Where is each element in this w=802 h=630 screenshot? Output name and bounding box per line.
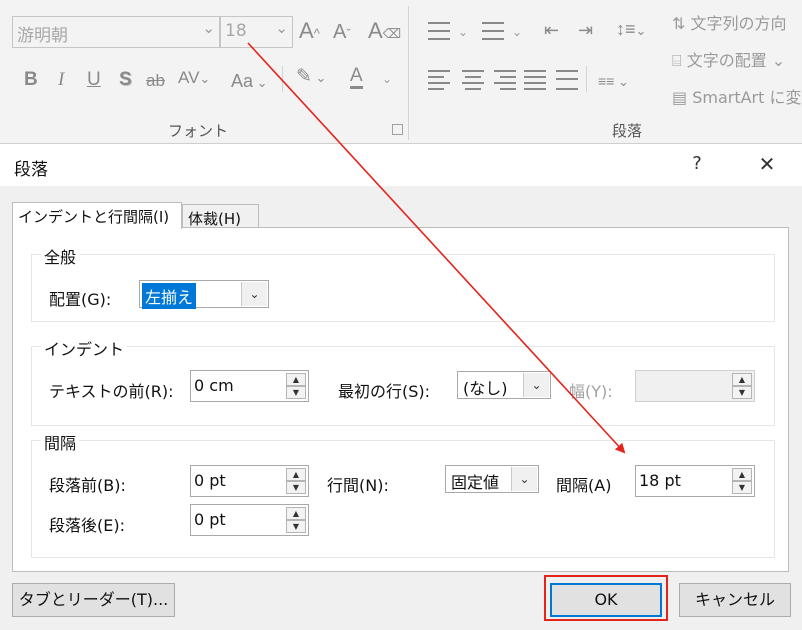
chevron-down-icon: ⌄ (512, 25, 523, 39)
font-name-combo[interactable]: 游明朝 ⌄ (12, 16, 220, 48)
before-text-value: 0 cm (194, 376, 234, 395)
close-button[interactable]: ✕ (752, 152, 782, 176)
by-spinner[interactable]: ▲ ▼ (635, 370, 755, 402)
ribbon-separator (282, 66, 283, 92)
chevron-down-icon: ⌄ (382, 72, 393, 86)
line-spacing-icon[interactable]: ↕≡⌄ (616, 18, 646, 42)
at-label: 間隔(A) (556, 476, 612, 495)
spin-up-icon[interactable]: ▲ (286, 373, 306, 386)
spin-up-icon[interactable]: ▲ (286, 468, 306, 481)
before-text-label: テキストの前(R): (49, 382, 174, 401)
spacing-before-spinner[interactable]: 0 pt ▲ ▼ (190, 465, 309, 497)
tab-typography[interactable]: 体裁(H) (182, 204, 259, 228)
font-dialog-launcher-icon[interactable] (392, 124, 403, 135)
decrease-indent-icon[interactable]: ⇤ (544, 19, 559, 41)
chevron-down-icon: ⌄ (202, 19, 215, 37)
align-text-icon: ⌸ (672, 51, 687, 70)
alignment-label: 配置(G): (49, 290, 112, 309)
chevron-down-icon[interactable]: ⌄ (511, 467, 537, 491)
chevron-down-icon[interactable]: ⌄ (241, 282, 267, 306)
spacing-after-label: 段落後(E): (49, 516, 125, 535)
grow-font-button[interactable]: A^ (299, 20, 320, 45)
chevron-down-icon[interactable]: ⌄ (523, 373, 549, 397)
numbering-icon[interactable] (482, 20, 504, 42)
line-spacing-select[interactable]: 固定値 ⌄ (445, 465, 539, 493)
paragraph-dialog: 段落 ? ✕ インデントと行間隔(I) 体裁(H) 全般 配置(G): 左揃え … (0, 143, 802, 630)
shadow-button[interactable]: S (119, 69, 132, 91)
spacing-before-label: 段落前(B): (49, 476, 126, 495)
smartart-button[interactable]: ▤ SmartArt に変 (672, 84, 802, 108)
at-value: 18 pt (639, 471, 681, 490)
shrink-font-button[interactable]: Aˇ (333, 21, 351, 45)
bold-button[interactable]: B (24, 69, 38, 91)
spin-down-icon[interactable]: ▼ (286, 386, 306, 399)
ribbon-separator (408, 6, 409, 140)
italic-button[interactable]: I (58, 69, 64, 91)
first-line-label: 最初の行(S): (338, 382, 431, 401)
highlight-pen-icon[interactable]: ✎ ⌄ (296, 66, 326, 89)
strikethrough-button[interactable]: ab (146, 70, 165, 92)
spacing-after-value: 0 pt (194, 510, 226, 529)
first-line-value: (なし) (463, 379, 508, 398)
first-line-select[interactable]: (なし) ⌄ (457, 371, 551, 399)
justify-icon[interactable] (524, 68, 546, 90)
tabs-leaders-button[interactable]: タブとリーダー(T)... (12, 583, 175, 617)
underline-button[interactable]: U (87, 69, 101, 91)
before-text-spinner[interactable]: 0 cm ▲ ▼ (190, 370, 309, 402)
clear-format-icon[interactable]: A⌫ (368, 20, 401, 45)
align-text-button[interactable]: ⌸ 文字の配置 ⌄ (672, 47, 785, 71)
spin-down-icon[interactable]: ▼ (286, 520, 306, 533)
dialog-title: 段落 (14, 160, 48, 180)
alignment-select[interactable]: 左揃え ⌄ (139, 280, 269, 309)
spacing-after-spinner[interactable]: 0 pt ▲ ▼ (190, 504, 309, 536)
chevron-down-icon: ⌄ (275, 19, 288, 37)
by-label: 幅(Y): (569, 382, 613, 401)
text-direction-button[interactable]: ⇅ 文字列の方向 (672, 10, 787, 34)
line-spacing-value: 固定値 (451, 473, 500, 492)
text-direction-icon: ⇅ (672, 14, 691, 33)
spin-up-icon[interactable]: ▲ (732, 373, 752, 386)
ok-highlight-box (544, 575, 668, 621)
font-size-combo[interactable]: 18 ⌄ (220, 16, 293, 48)
dialog-titlebar: 段落 ? ✕ (0, 144, 802, 186)
spacing-group (31, 440, 775, 558)
chevron-down-icon: ⌄ (458, 25, 469, 39)
spin-down-icon[interactable]: ▼ (732, 481, 752, 494)
paragraph-group-label: 段落 (612, 122, 643, 140)
spacing-before-value: 0 pt (194, 471, 226, 490)
spacing-group-title: 間隔 (41, 430, 80, 454)
help-button[interactable]: ? (682, 153, 712, 174)
spin-up-icon[interactable]: ▲ (732, 468, 752, 481)
spin-up-icon[interactable]: ▲ (286, 507, 306, 520)
ribbon: 游明朝 ⌄ 18 ⌄ A^ Aˇ A⌫ B I U S ab AV⌄ Aa ⌄ … (0, 0, 802, 142)
cancel-button[interactable]: キャンセル (679, 583, 791, 617)
general-group-title: 全般 (41, 244, 80, 268)
bullets-icon[interactable] (428, 20, 450, 42)
align-left-icon[interactable] (428, 68, 450, 90)
distributed-icon[interactable] (556, 68, 578, 90)
align-right-icon[interactable] (494, 68, 516, 90)
spin-down-icon[interactable]: ▼ (286, 481, 306, 494)
tab-panel: 全般 配置(G): 左揃え ⌄ インデント テキストの前(R): 0 cm ▲ … (12, 227, 789, 572)
spin-down-icon[interactable]: ▼ (732, 386, 752, 399)
indent-group-title: インデント (41, 336, 128, 360)
font-size-value: 18 (225, 21, 247, 41)
columns-icon[interactable]: ≡≡ ⌄ (598, 70, 629, 93)
character-spacing-button[interactable]: AV⌄ (178, 67, 210, 90)
alignment-value: 左揃え (142, 283, 197, 309)
smartart-icon: ▤ (672, 88, 693, 107)
tab-indent-spacing[interactable]: インデントと行間隔(I) (12, 202, 182, 229)
increase-indent-icon[interactable]: ⇥ (578, 19, 593, 41)
at-spinner[interactable]: 18 pt ▲ ▼ (635, 465, 755, 497)
font-name-value: 游明朝 (17, 26, 68, 46)
change-case-button[interactable]: Aa ⌄ (231, 70, 268, 94)
font-color-button[interactable]: A (350, 66, 363, 89)
font-group-label: フォント (168, 122, 229, 140)
align-center-icon[interactable] (462, 68, 484, 90)
line-spacing-label: 行間(N): (327, 476, 389, 495)
ribbon-separator (586, 66, 587, 92)
